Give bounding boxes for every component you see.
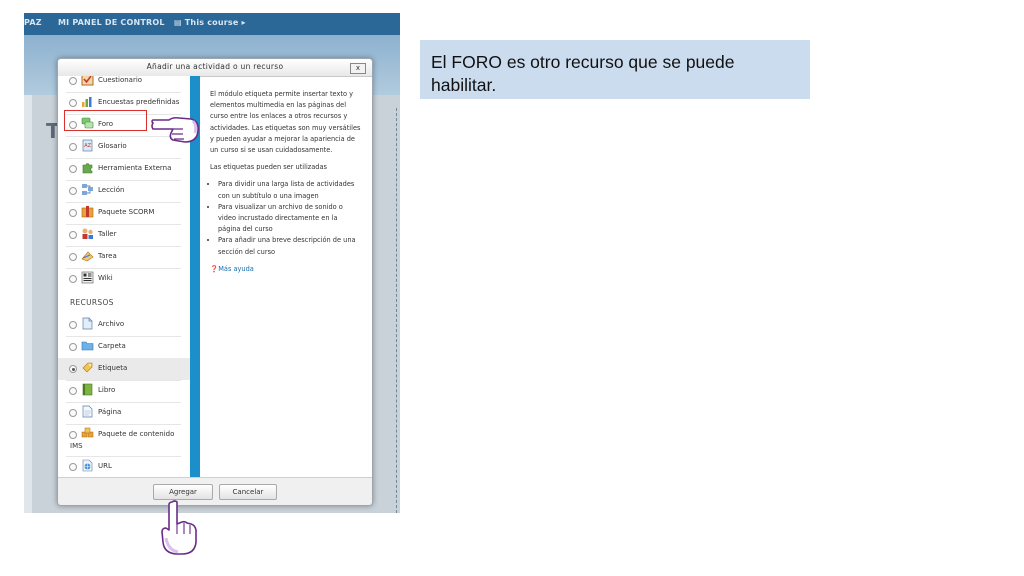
radio-button[interactable] [69,77,77,85]
option-etiqueta[interactable]: Etiqueta [58,359,190,379]
add-button[interactable]: Agregar [153,484,213,500]
svg-text:AZ: AZ [84,143,91,149]
radio-button[interactable] [69,321,77,329]
close-button[interactable]: x [350,63,366,74]
radio-button[interactable] [69,275,77,283]
option-wiki[interactable]: Wiki [58,269,190,289]
radio-button[interactable] [69,99,77,107]
label-tag-icon [82,362,93,373]
dialog-footer: Agregar Cancelar [58,477,372,505]
radio-button[interactable] [69,143,77,151]
pointing-up-hand-icon [161,500,197,555]
option-archivo[interactable]: Archivo [58,315,190,335]
url-globe-icon [82,459,93,472]
radio-button[interactable] [69,231,77,239]
module-description: El módulo etiqueta permite insertar text… [210,89,362,275]
cancel-button[interactable]: Cancelar [219,484,277,500]
pointing-hand-icon [151,116,199,143]
option-url[interactable]: URL [58,457,190,477]
folder-icon [81,341,94,351]
radio-button[interactable] [69,431,77,439]
lesson-icon [82,184,93,195]
glossary-icon: AZ [82,139,93,152]
workshop-icon [82,228,93,239]
wiki-icon [81,271,94,284]
top-navigation-bar: PAZ MI PANEL DE CONTROL ▤ This course ▸ [24,13,400,35]
survey-chart-icon [82,97,92,107]
option-cuestionario[interactable]: Cuestionario [58,76,190,91]
dialog-header: Añadir una actividad o un recurso x [58,59,372,77]
radio-button-selected[interactable] [69,365,77,373]
caption-box: El FORO es otro recurso que se puede hab… [420,40,810,99]
radio-button[interactable] [69,187,77,195]
resources-heading: RECURSOS [70,298,114,307]
radio-button[interactable] [69,463,77,471]
help-icon: ❓ [210,264,219,273]
option-leccion[interactable]: Lección [58,181,190,201]
file-icon [82,317,93,330]
option-paquete-scorm[interactable]: Paquete SCORM [58,203,190,223]
radio-button[interactable] [69,165,77,173]
book-icon [82,383,93,396]
option-carpeta[interactable]: Carpeta [58,337,190,357]
bullet-item: Para dividir una larga lista de activida… [218,179,362,201]
description-paragraph: Las etiquetas pueden ser utilizadas [210,163,327,172]
option-paquete-ims[interactable]: Paquete de contenido IMS [58,425,190,455]
nav-item-this-course[interactable]: ▤ This course ▸ [174,18,246,27]
option-tarea[interactable]: Tarea [58,247,190,267]
book-icon: ▤ [174,18,182,27]
description-bullets: Para dividir una larga lista de activida… [210,179,362,257]
description-paragraph: El módulo etiqueta permite insertar text… [210,90,361,155]
help-link[interactable]: ❓Más ayuda [210,264,362,275]
radio-button[interactable] [69,209,77,217]
page-icon [82,405,93,418]
dashed-border [396,108,397,513]
caret-right-icon: ▸ [241,18,246,27]
quiz-icon [81,76,94,86]
bullet-item: Para visualizar un archivo de sonido o v… [218,202,362,236]
radio-button[interactable] [69,343,77,351]
ims-package-icon [81,427,94,438]
scorm-package-icon [81,206,94,218]
assignment-icon [81,251,94,262]
nav-item-paz[interactable]: PAZ [24,18,42,27]
option-libro[interactable]: Libro [58,381,190,401]
bullet-item: Para añadir una breve descripción de una… [218,235,362,257]
option-herramienta-externa[interactable]: Herramienta Externa [58,159,190,179]
nav-item-mi-panel[interactable]: MI PANEL DE CONTROL [58,18,165,27]
radio-button[interactable] [69,387,77,395]
option-taller[interactable]: Taller [58,225,190,245]
foro-highlight-box [64,110,147,131]
radio-button[interactable] [69,409,77,417]
option-pagina[interactable]: Página [58,403,190,423]
dialog-title: Añadir una actividad o un recurso [146,62,284,71]
puzzle-icon [82,163,93,174]
radio-button[interactable] [69,253,77,261]
caption-text: El FORO es otro recurso que se puede hab… [431,52,735,95]
